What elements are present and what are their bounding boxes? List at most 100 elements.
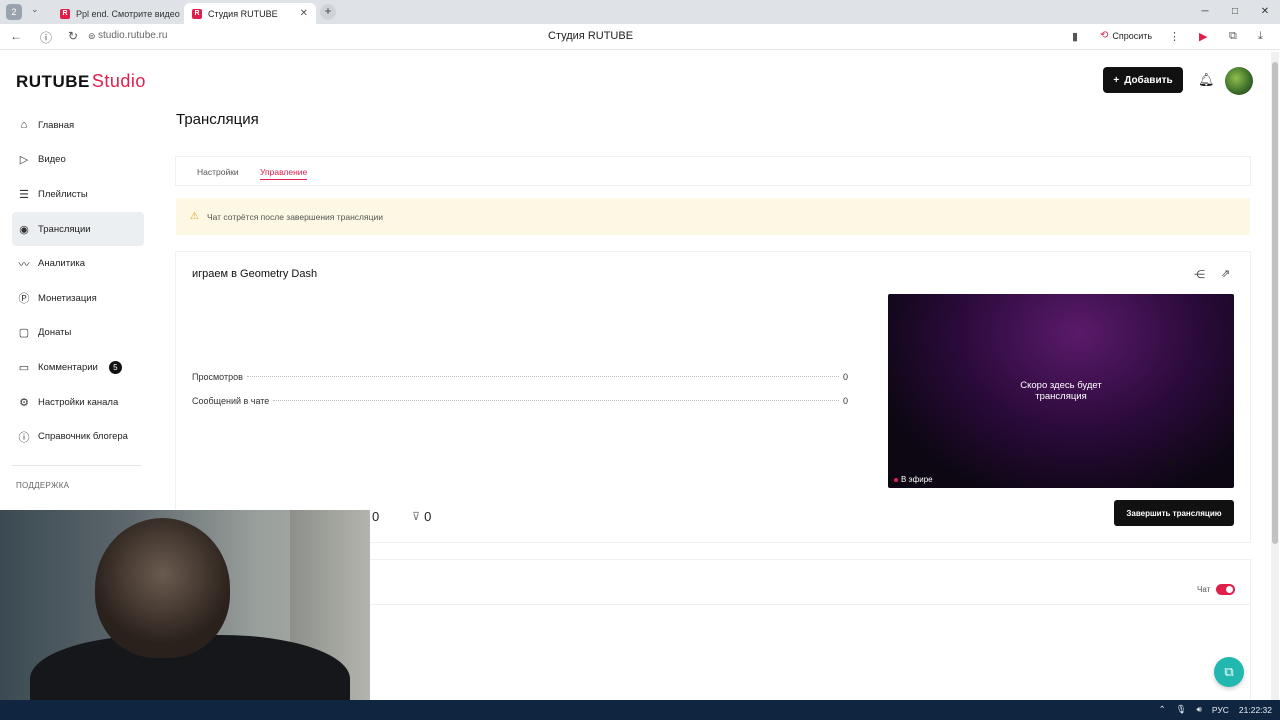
tray-chevron-icon[interactable]: ⌃: [1159, 704, 1166, 715]
analytics-icon: 〰: [18, 258, 30, 271]
os-taskbar: ⌃ 🎙︎ 🔊︎ РУС 21:22:32: [0, 700, 1280, 720]
new-tab-button[interactable]: +: [320, 4, 336, 20]
ask-label: Спросить: [1112, 30, 1153, 41]
clock[interactable]: 21:22:32: [1239, 705, 1272, 715]
broadcast-tabs: Настройки Управление: [176, 157, 1250, 185]
logo-suffix: Studio: [91, 71, 146, 91]
tab-settings[interactable]: Настройки: [197, 167, 239, 177]
player-placeholder-text: Скоро здесь будет трансляция: [888, 380, 1234, 402]
scrollbar-thumb[interactable]: [1272, 62, 1278, 544]
monetization-icon: Ⓟ: [18, 293, 30, 306]
page-title-in-bar: Студия RUTUBE: [548, 30, 634, 42]
site-info-icon[interactable]: ⊜: [88, 31, 96, 42]
avatar[interactable]: [1225, 67, 1253, 95]
warning-icon: ⚠: [190, 211, 199, 222]
sidebar-item-label: Комментарии: [38, 361, 98, 373]
donate-icon: ▢: [18, 327, 30, 340]
share-icon[interactable]: ⋲: [1194, 268, 1205, 281]
maximize-button[interactable]: □: [1220, 0, 1250, 24]
end-stream-button[interactable]: Завершить трансляцию: [1114, 500, 1234, 526]
home-icon: ⌂: [20, 119, 28, 132]
settings-icon: ⚙: [19, 396, 29, 409]
page-scrollbar[interactable]: [1271, 52, 1279, 700]
more-icon[interactable]: ⋮: [1169, 30, 1180, 43]
sidebar-item-comments[interactable]: ▭ Комментарии 5: [12, 350, 144, 385]
mouse-cursor-icon: ➤: [1166, 456, 1177, 470]
ask-button[interactable]: ⟲ Спросить: [1100, 30, 1152, 41]
sidebar-item-analytics[interactable]: 〰 Аналитика: [12, 246, 144, 281]
live-label: В эфире: [901, 475, 933, 484]
live-indicator: В эфире: [894, 475, 933, 484]
video-icon: ▷: [19, 154, 29, 167]
tab-menu-chevron-icon[interactable]: ⌄: [31, 4, 39, 15]
system-tray: ⌃ 🎙︎ 🔊︎ РУС 21:22:32: [1159, 704, 1272, 715]
support-section-label: ПОДДЕРЖКА: [16, 481, 70, 490]
volume-icon[interactable]: 🔊︎: [1197, 704, 1202, 715]
sidebar-item-label: Трансляции: [38, 223, 91, 235]
notifications-bell-icon[interactable]: 🔔︎: [1198, 72, 1215, 88]
download-icon[interactable]: ⤓: [1258, 30, 1263, 43]
webcam-overlay: [0, 510, 370, 720]
dislikes-counter[interactable]: ⊽ 0: [412, 509, 431, 524]
stat-value: 0: [842, 372, 848, 382]
chat-warning-banner: ⚠ Чат сотрётся после завершения трансляц…: [176, 198, 1250, 235]
browser-tabbar: 2 ⌄ R Ppl end. Смотрите видео R Студия R…: [0, 0, 1280, 24]
microphone-icon[interactable]: 🎙︎: [1176, 704, 1187, 715]
profile-chip[interactable]: 2: [6, 4, 22, 20]
rutube-studio-favicon-icon: R: [192, 8, 202, 19]
warning-text: Чат сотрётся после завершения трансляции: [206, 211, 383, 222]
broadcast-icon: ◉: [19, 223, 29, 236]
language-indicator[interactable]: РУС: [1212, 705, 1229, 715]
likes-count: 0: [372, 509, 380, 524]
likes-counter[interactable]: 0: [372, 509, 379, 524]
sidebar-item-label: Донаты: [38, 327, 72, 339]
sidebar-item-home[interactable]: ⌂ Главная: [12, 108, 144, 143]
stream-title: играем в Geometry Dash: [192, 268, 318, 280]
youtube-icon[interactable]: ▶: [1199, 30, 1207, 43]
chat-bubble-icon: ⧉: [1224, 664, 1234, 679]
close-window-button[interactable]: ✕: [1250, 0, 1280, 24]
stream-card: играем в Geometry Dash ⋲ ⇗ Просмотров 0 …: [176, 252, 1250, 542]
playlist-icon: ☰: [19, 188, 29, 201]
back-icon[interactable]: ←: [10, 29, 22, 43]
sidebar-item-label: Видео: [38, 154, 66, 166]
sidebar-item-label: Монетизация: [38, 292, 97, 304]
sidebar-item-monetization[interactable]: Ⓟ Монетизация: [12, 281, 144, 316]
sidebar-item-playlists[interactable]: ☰ Плейлисты: [12, 177, 144, 212]
sidebar-item-video[interactable]: ▷ Видео: [12, 143, 144, 178]
url-field[interactable]: studio.rutube.ru: [98, 30, 168, 41]
browser-tab-2[interactable]: R Студия RUTUBE ✕: [184, 3, 316, 24]
minimize-button[interactable]: ─: [1190, 0, 1220, 24]
support-chat-button[interactable]: ⧉: [1214, 657, 1244, 687]
help-icon: ⓘ: [18, 431, 30, 444]
webcam-person-head: [95, 518, 230, 658]
rutube-studio-logo[interactable]: RUTUBE Studio: [16, 71, 146, 92]
extensions-icon[interactable]: ⧉: [1229, 30, 1237, 43]
info-icon[interactable]: ⓘ: [40, 29, 52, 46]
player-message-line1: Скоро здесь будет: [1020, 380, 1102, 391]
close-tab-icon[interactable]: ✕: [300, 8, 308, 19]
open-external-icon[interactable]: ⇗: [1221, 267, 1230, 280]
comments-icon: ▭: [18, 361, 30, 374]
page-title: Трансляция: [176, 111, 259, 128]
reload-icon[interactable]: ↻: [68, 29, 78, 43]
rutube-favicon-icon: R: [60, 8, 70, 19]
logo-brand: RUTUBE: [16, 72, 90, 91]
sidebar-item-broadcasts[interactable]: ◉ Трансляции: [12, 211, 144, 247]
sidebar-item-blogger-guide[interactable]: ⓘ Справочник блогера: [12, 419, 144, 454]
bookmark-icon[interactable]: ▮: [1072, 30, 1078, 43]
sidebar-item-label: Настройки канала: [38, 396, 119, 408]
sidebar-item-channel-settings[interactable]: ⚙ Настройки канала: [12, 385, 144, 420]
tab-management[interactable]: Управление: [260, 167, 308, 180]
add-button[interactable]: + Добавить: [1103, 67, 1183, 93]
browser-tab-1[interactable]: R Ppl end. Смотрите видео: [52, 3, 182, 24]
browser-tab-label: Ppl end. Смотрите видео: [76, 8, 180, 19]
sidebar: ⌂ Главная ▷ Видео ☰ Плейлисты ◉ Трансляции 〰…: [12, 108, 144, 454]
window-controls: ─ □ ✕: [1190, 0, 1280, 24]
chat-toggle[interactable]: [1216, 584, 1235, 595]
stat-dots: [273, 400, 839, 401]
stat-value: 0: [842, 396, 848, 406]
stream-preview-player[interactable]: Скоро здесь будет трансляция В эфире: [888, 294, 1234, 488]
comments-count-badge: 5: [108, 360, 122, 374]
sidebar-item-donations[interactable]: ▢ Донаты: [12, 316, 144, 351]
